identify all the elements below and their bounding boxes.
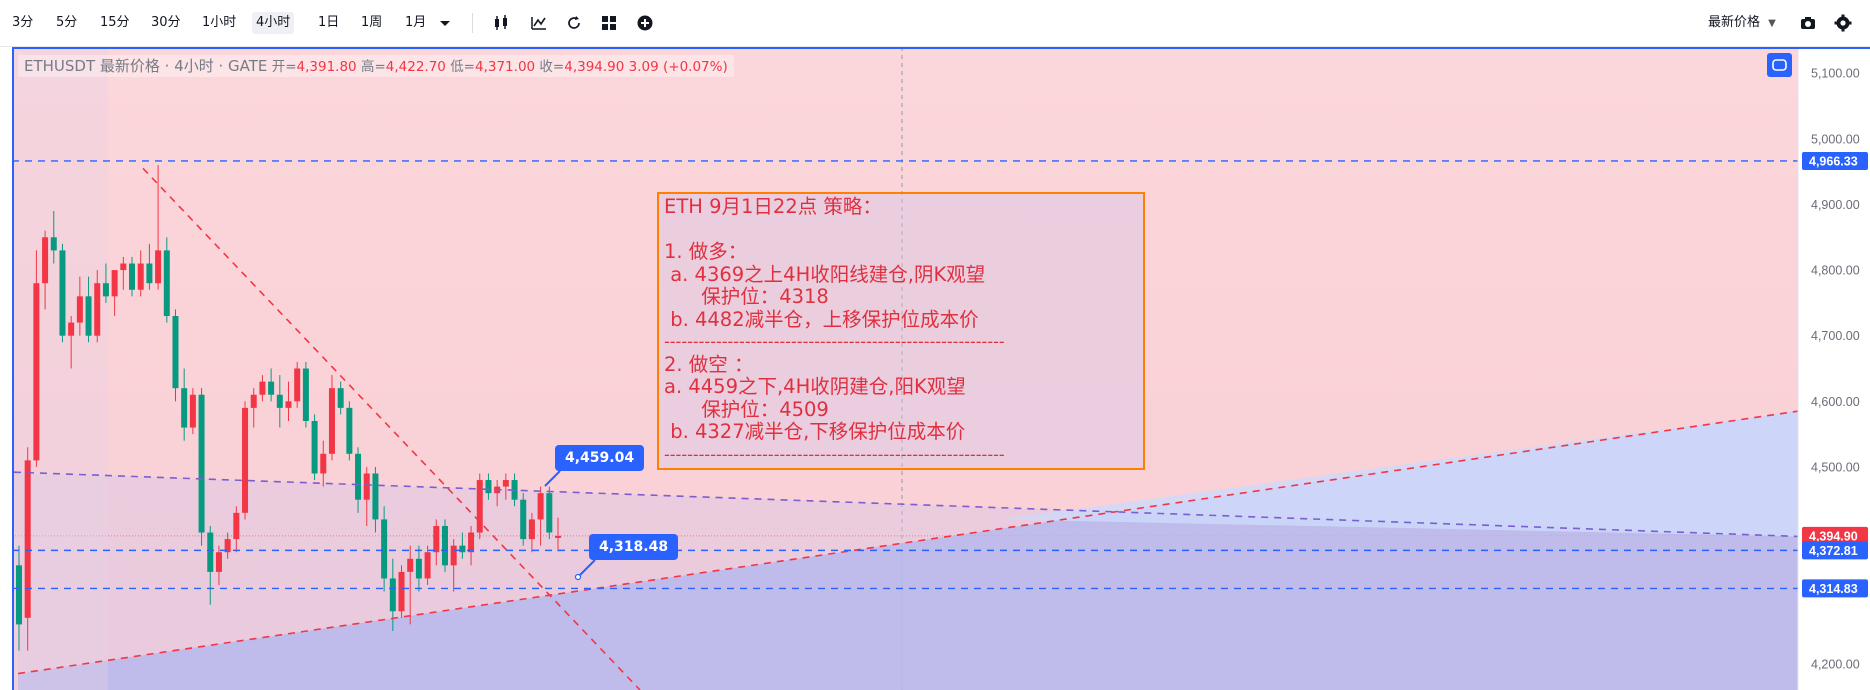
high-label: 高=: [360, 59, 386, 75]
open-value: 4,391.80: [296, 59, 357, 75]
fullscreen-icon: [1772, 59, 1787, 71]
change-value: 3.09 (+0.07%): [628, 59, 728, 75]
note-short-heading: 2. 做空 ：: [664, 352, 754, 376]
strategy-note[interactable]: ETH 9月1日22点 策略： 1. 做多： a. 4369之上4H收阳线建仓,…: [657, 192, 1145, 470]
note-separator: ----------------------------------------…: [664, 332, 1005, 351]
note-blank: [664, 219, 1143, 242]
note-short-stop: 保护位：4509: [664, 397, 829, 421]
note-short-b: b. 4327减半仓,下移保护位成本价: [664, 420, 966, 443]
note-title: ETH 9月1日22点 策略：: [664, 195, 882, 218]
note-separator-bottom: ----------------------------------------…: [664, 444, 1005, 464]
note-long-b: b. 4482减半仓，上移保护位成本价: [664, 307, 979, 331]
high-value: 4,422.70: [385, 59, 446, 75]
low-value: 4,371.00: [475, 59, 536, 75]
note-long-stop: 保护位：4318: [664, 285, 829, 308]
note-short-a: a. 4459之下,4H收阴建仓,阳K观望: [664, 375, 966, 398]
symbol-title: ETHUSDT 最新价格 · 4小时 · GATE: [24, 57, 268, 75]
open-label: 开=: [271, 59, 297, 75]
note-long-a: a. 4369之上4H收阳线建仓,阴K观望: [664, 262, 986, 286]
ohlc-legend: ETHUSDT 最新价格 · 4小时 · GATE 开=4,391.80 高=4…: [18, 55, 734, 77]
low-label: 低=: [450, 59, 475, 75]
close-label: 收=: [539, 59, 565, 75]
close-value: 4,394.90: [564, 59, 625, 75]
price-callout-lower[interactable]: 4,318.48: [589, 534, 679, 560]
price-callout-upper[interactable]: 4,459.04: [555, 445, 645, 471]
note-long-heading: 1. 做多：: [664, 240, 748, 263]
fullscreen-button[interactable]: [1767, 53, 1792, 77]
